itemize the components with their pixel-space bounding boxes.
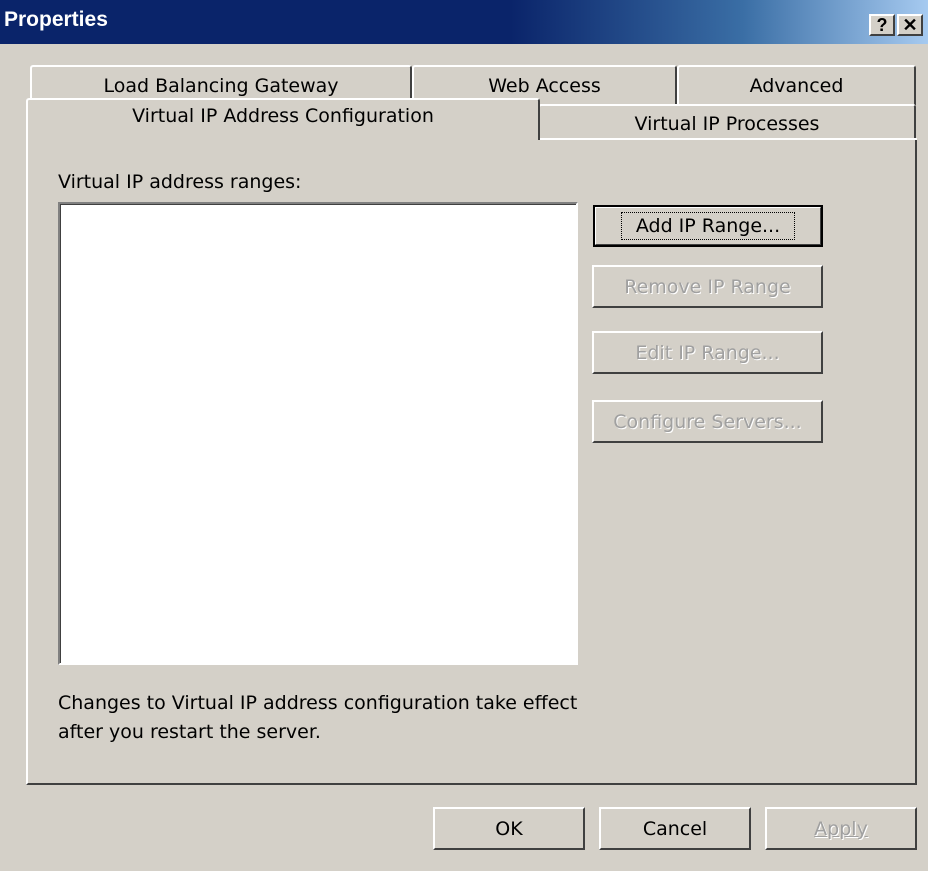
edit-ip-range-label: Edit IP Range...: [635, 341, 780, 364]
restart-note-line2: after you restart the server.: [58, 721, 321, 743]
close-button[interactable]: ✕: [897, 14, 923, 36]
cancel-label: Cancel: [642, 817, 708, 840]
configure-servers-label: Configure Servers...: [613, 410, 802, 433]
tab-label: Web Access: [488, 75, 601, 97]
apply-label: Apply: [814, 817, 868, 840]
remove-ip-range-label: Remove IP Range: [624, 275, 791, 298]
window-title: Properties: [4, 8, 108, 31]
help-button[interactable]: ?: [869, 14, 895, 36]
tab-label: Advanced: [749, 75, 844, 97]
remove-ip-range-button[interactable]: Remove IP Range: [592, 265, 823, 308]
ok-button[interactable]: OK: [433, 807, 585, 850]
configure-servers-button[interactable]: Configure Servers...: [592, 400, 823, 443]
panel-top-edge: [540, 138, 917, 140]
add-ip-range-button[interactable]: Add IP Range...: [593, 205, 823, 247]
tab-label: Virtual IP Address Configuration: [132, 105, 434, 127]
edit-ip-range-button[interactable]: Edit IP Range...: [592, 331, 823, 374]
help-icon: ?: [876, 15, 888, 35]
cancel-button[interactable]: Cancel: [599, 807, 751, 850]
tab-virtual-ip-address-configuration[interactable]: Virtual IP Address Configuration: [26, 98, 540, 140]
add-ip-range-label: Add IP Range...: [620, 212, 796, 240]
ip-ranges-list[interactable]: [58, 202, 578, 665]
close-icon: ✕: [902, 15, 918, 35]
tab-label: Virtual IP Processes: [634, 113, 820, 135]
tab-label: Load Balancing Gateway: [103, 75, 339, 97]
ranges-label: Virtual IP address ranges:: [58, 171, 302, 193]
tab-virtual-ip-processes[interactable]: Virtual IP Processes: [538, 104, 916, 140]
apply-button[interactable]: Apply: [765, 807, 917, 850]
tab-advanced[interactable]: Advanced: [677, 65, 916, 105]
ok-label: OK: [495, 817, 523, 840]
title-bar: Properties ? ✕: [0, 0, 928, 44]
restart-note-line1: Changes to Virtual IP address configurat…: [58, 692, 578, 714]
